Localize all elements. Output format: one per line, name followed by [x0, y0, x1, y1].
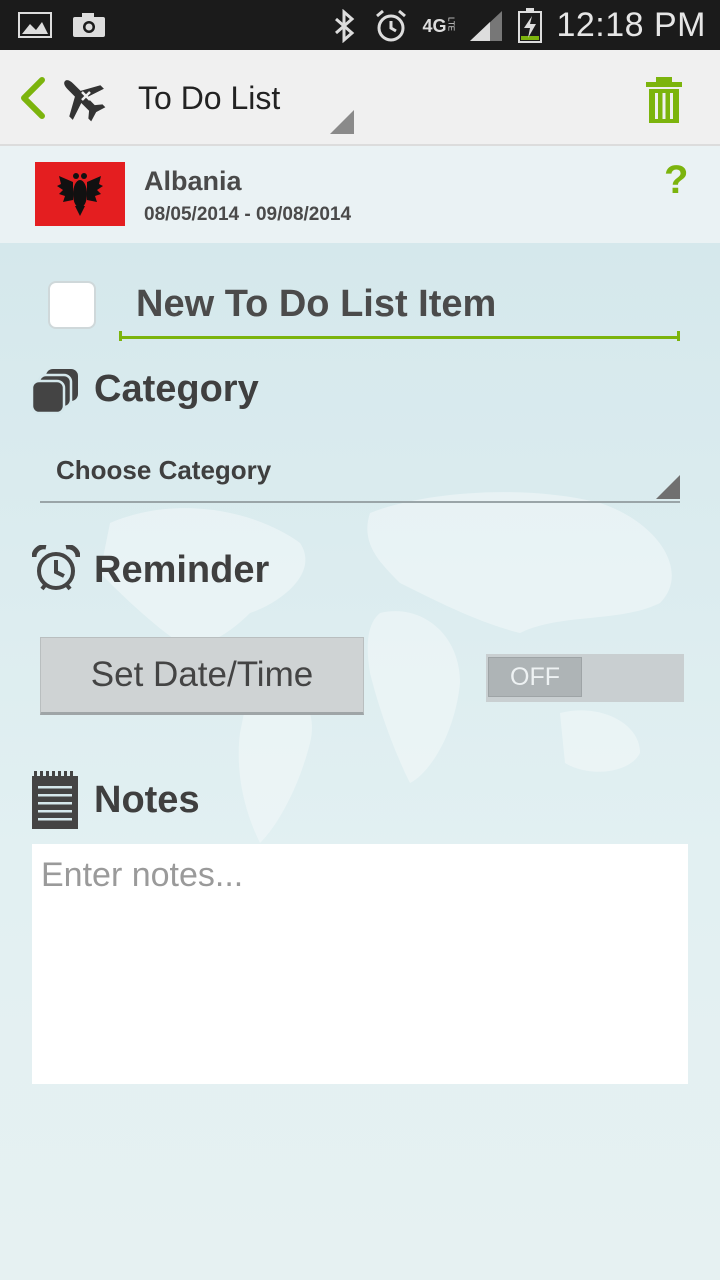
signal-icon: [470, 10, 503, 41]
category-label: Category: [94, 368, 259, 410]
network-label: 4G: [422, 15, 447, 36]
input-underline-right: [677, 331, 680, 341]
camera-icon: [73, 13, 105, 37]
page-title: To Do List: [138, 80, 281, 116]
item-done-checkbox[interactable]: [48, 281, 96, 329]
category-icon: [32, 369, 78, 415]
alarm-icon: [376, 9, 407, 41]
toggle-knob: OFF: [488, 657, 582, 697]
notes-textarea[interactable]: [32, 844, 688, 1084]
battery-charging-icon: [518, 7, 543, 43]
trip-name: Albania: [144, 166, 242, 196]
spinner-arrow-icon: [656, 475, 680, 499]
back-icon[interactable]: [18, 76, 48, 120]
network-4g-icon: 4G LTE: [422, 15, 456, 36]
category-spinner[interactable]: Choose Category: [40, 443, 680, 503]
status-bar: 4G LTE 12:18 PM: [0, 0, 720, 50]
reminder-toggle[interactable]: OFF: [486, 654, 684, 702]
reminder-label: Reminder: [94, 549, 270, 591]
spinner-arrow-icon: [330, 110, 354, 134]
list-type-spinner[interactable]: To Do List: [126, 66, 354, 134]
category-selected: Choose Category: [56, 455, 272, 485]
notes-label: Notes: [94, 779, 200, 821]
plane-icon: [64, 80, 106, 122]
todo-item-form: Category Choose Category Reminder Set Da…: [0, 243, 720, 1280]
network-sub-label: LTE: [446, 16, 456, 31]
action-bar: To Do List: [0, 50, 720, 146]
alarm-clock-icon: [32, 545, 80, 591]
trip-dates: 08/05/2014 - 09/08/2014: [144, 204, 352, 225]
help-button[interactable]: ?: [664, 158, 688, 203]
trash-icon[interactable]: [644, 76, 684, 124]
clock: 12:18 PM: [556, 6, 706, 44]
todo-item-input[interactable]: [120, 273, 680, 339]
gallery-icon: [18, 12, 52, 38]
set-date-time-button[interactable]: Set Date/Time: [40, 637, 364, 715]
input-underline-left: [119, 331, 122, 341]
trip-header: Albania 08/05/2014 - 09/08/2014 ?: [0, 146, 720, 243]
bluetooth-icon: [335, 8, 355, 43]
albania-flag-icon: [35, 162, 125, 226]
notepad-icon: [32, 771, 78, 829]
